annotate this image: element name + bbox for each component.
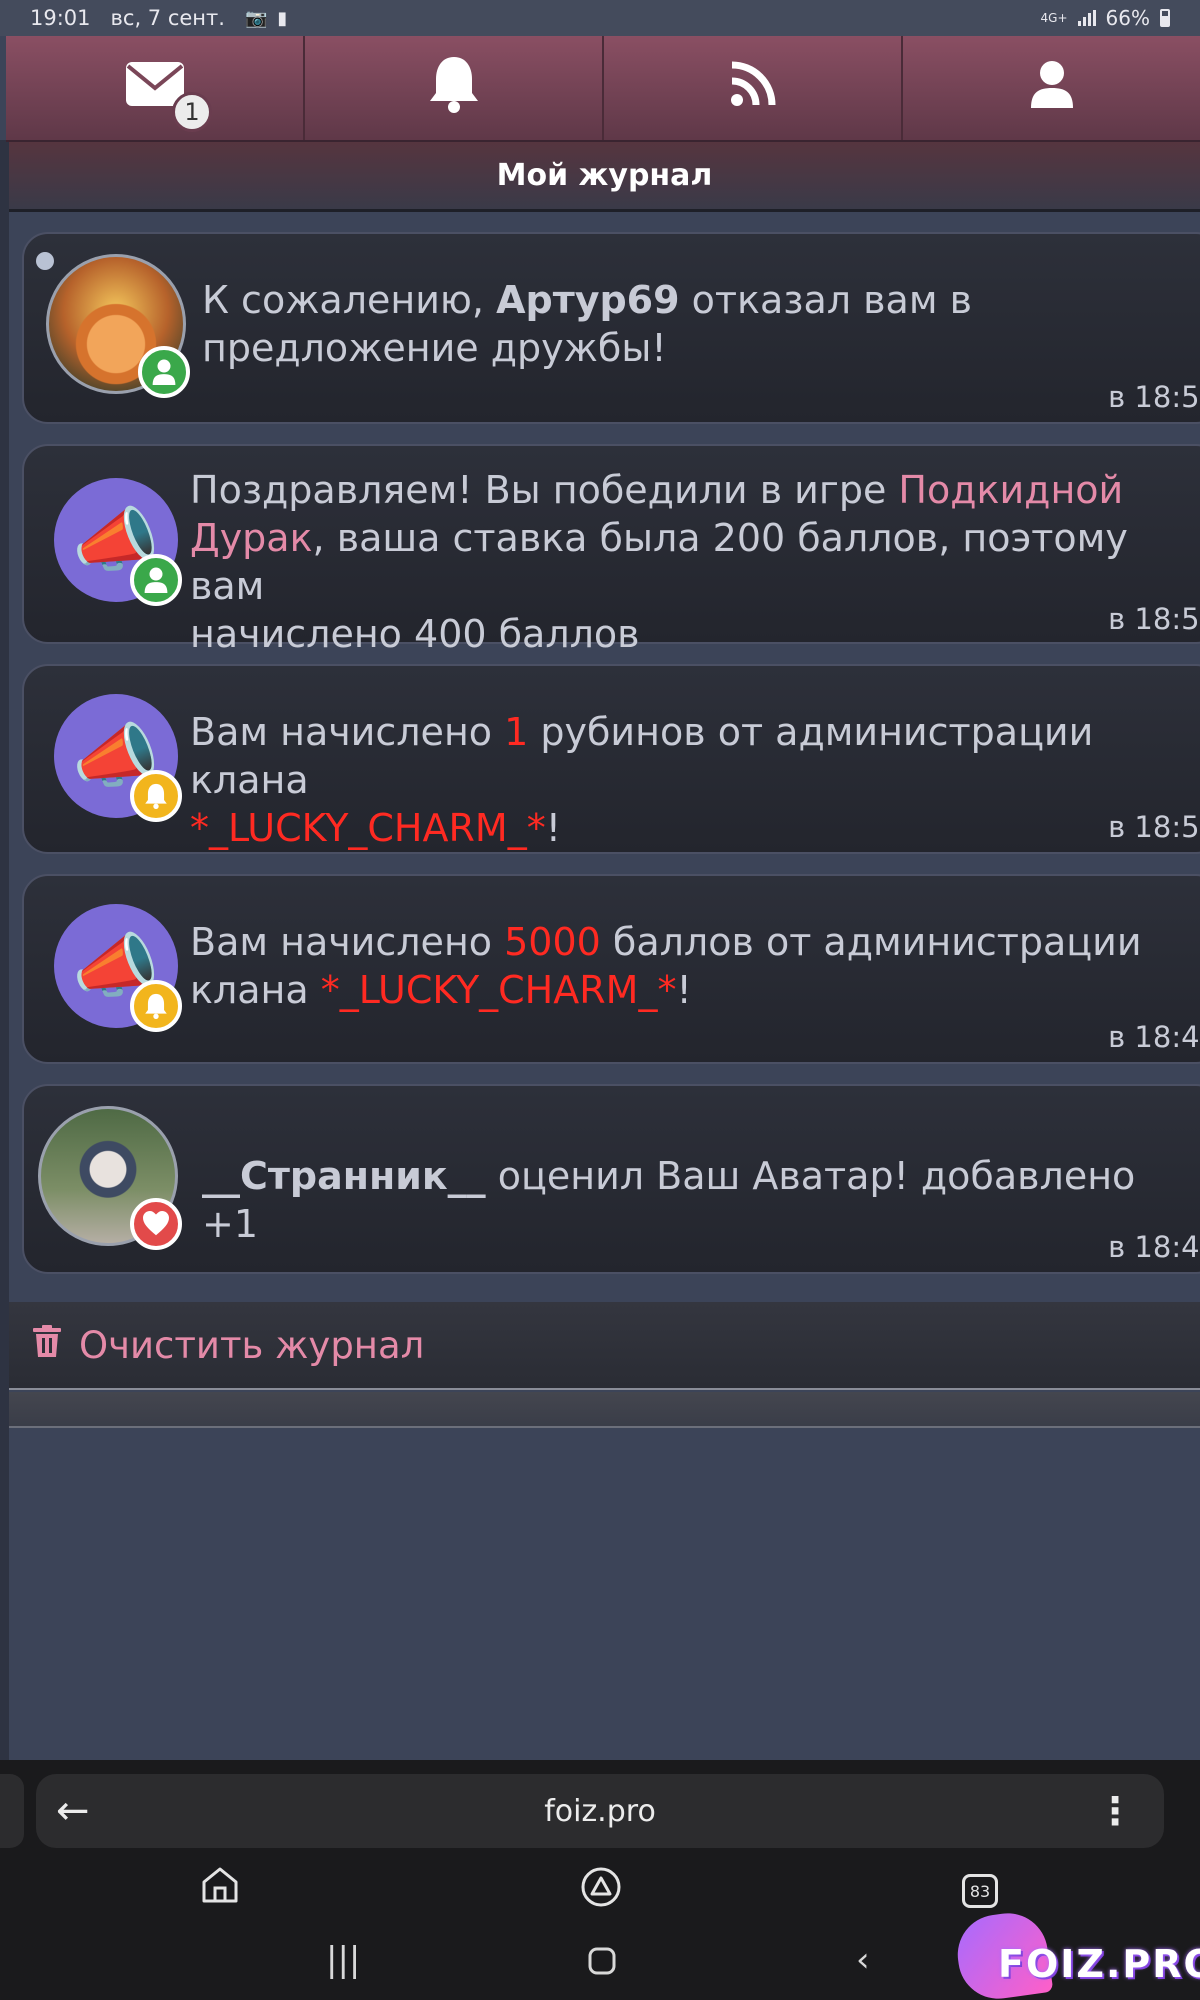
address-bar[interactable]: ← foiz.pro ⋮ bbox=[36, 1774, 1164, 1848]
text-segment: Поздравляем! Вы победили в игре bbox=[190, 468, 899, 512]
status-date: вс, 7 сент. bbox=[110, 6, 225, 30]
amount-value: 1 bbox=[504, 710, 529, 754]
avatar: 📣 bbox=[54, 904, 182, 1032]
notification-time: в 18:52 bbox=[1108, 380, 1200, 414]
user-icon bbox=[138, 346, 190, 398]
text-segment: Вам начислено bbox=[190, 710, 505, 754]
url-text: foiz.pro bbox=[544, 1793, 656, 1829]
avatar[interactable] bbox=[38, 1106, 182, 1250]
bell-icon bbox=[428, 55, 480, 122]
notification-text: К сожалению, Артур69 отказал вам в предло… bbox=[202, 276, 1200, 372]
game-link[interactable]: Дурак bbox=[190, 516, 313, 560]
side-panel-handle[interactable] bbox=[0, 1774, 24, 1848]
notification-item[interactable]: 📣 Вам начислено 1 рубинов от администрац… bbox=[22, 664, 1200, 854]
signal-icon bbox=[1077, 10, 1096, 26]
home-icon[interactable] bbox=[200, 1866, 240, 1914]
text-segment: начислено 400 баллов bbox=[190, 612, 640, 656]
text-segment: баллов от администрации bbox=[600, 920, 1142, 964]
notification-time: в 18:49 bbox=[1108, 1230, 1200, 1264]
username-link[interactable]: __Странник__ bbox=[202, 1154, 486, 1198]
text-segment: Вам начислено bbox=[190, 920, 505, 964]
trash-icon bbox=[33, 1324, 61, 1366]
avatar: 📣 bbox=[54, 478, 182, 606]
notification-time: в 18:49 bbox=[1108, 1020, 1200, 1054]
network-type: 4G+ bbox=[1040, 11, 1068, 25]
text-segment: , ваша ставка была 200 баллов, поэтому в… bbox=[190, 516, 1128, 608]
notification-text: Вам начислено 5000 баллов от администрац… bbox=[190, 918, 1200, 1014]
system-back-icon[interactable]: ‹ bbox=[856, 1940, 870, 1980]
camera-icon: 📷 bbox=[244, 7, 268, 29]
notification-text: Поздравляем! Вы победили в игре Подкидно… bbox=[190, 466, 1200, 658]
site-logo: FOIZ.PRO bbox=[952, 1908, 1200, 2000]
clear-log-button[interactable]: Очистить журнал bbox=[9, 1302, 1200, 1390]
avatar: 📣 bbox=[54, 694, 182, 822]
left-edge-strip bbox=[0, 140, 9, 1760]
text-segment: отказал вам в bbox=[679, 278, 972, 322]
page-header: Мой журнал bbox=[9, 142, 1200, 212]
text-segment: предложение дружбы! bbox=[202, 326, 667, 370]
battery-percent: 66% bbox=[1105, 6, 1150, 30]
text-segment: ! bbox=[545, 806, 561, 850]
more-menu-icon[interactable]: ⋮ bbox=[1096, 1789, 1134, 1833]
text-segment: К сожалению, bbox=[202, 278, 497, 322]
amount-value: 5000 bbox=[504, 920, 601, 964]
nav-profile[interactable] bbox=[903, 36, 1200, 140]
text-segment: клана bbox=[190, 968, 321, 1012]
system-home-icon[interactable] bbox=[588, 1944, 616, 1984]
top-nav: 1 bbox=[6, 36, 1200, 142]
logo-text: FOIZ.PRO bbox=[998, 1942, 1200, 1986]
heart-icon bbox=[130, 1198, 182, 1250]
sd-card-icon: ▮ bbox=[277, 7, 288, 29]
notification-time: в 18:51 bbox=[1108, 602, 1200, 636]
nav-feed[interactable] bbox=[604, 36, 903, 140]
username-link[interactable]: Артур69 bbox=[496, 278, 680, 322]
nav-messages[interactable]: 1 bbox=[6, 36, 305, 140]
recent-apps-icon[interactable]: ||| bbox=[326, 1940, 360, 1980]
notification-time: в 18:50 bbox=[1108, 810, 1200, 844]
avatar[interactable] bbox=[46, 254, 190, 398]
clan-name: *_LUCKY_CHARM_* bbox=[190, 806, 546, 850]
tabs-count-button[interactable]: 83 bbox=[962, 1874, 998, 1908]
text-segment: ! bbox=[676, 968, 692, 1012]
page-title: Мой журнал bbox=[496, 158, 713, 193]
rss-icon bbox=[730, 61, 776, 116]
user-icon bbox=[1030, 60, 1073, 117]
notification-item[interactable]: __Странник__ оценил Ваш Аватар! добавлен… bbox=[22, 1084, 1200, 1274]
notification-text: Вам начислено 1 рубинов от администрации… bbox=[190, 708, 1200, 852]
mail-count-badge: 1 bbox=[172, 92, 212, 132]
unread-dot bbox=[36, 252, 54, 270]
status-right: 4G+ 66% bbox=[1041, 6, 1170, 30]
back-arrow-icon[interactable]: ← bbox=[56, 1788, 90, 1834]
game-link[interactable]: Подкидной bbox=[898, 468, 1123, 512]
notification-item[interactable]: 📣 Поздравляем! Вы победили в игре Подкид… bbox=[22, 444, 1200, 656]
user-icon bbox=[130, 554, 182, 606]
notification-text: __Странник__ оценил Ваш Аватар! добавлен… bbox=[202, 1152, 1200, 1248]
assistant-icon[interactable] bbox=[580, 1866, 622, 1918]
notification-item[interactable]: К сожалению, Артур69 отказал вам в предло… bbox=[22, 232, 1200, 424]
notification-item[interactable]: 📣 Вам начислено 5000 баллов от администр… bbox=[22, 874, 1200, 1064]
bell-icon bbox=[130, 770, 182, 822]
status-time: 19:01 bbox=[30, 6, 91, 30]
footer-divider bbox=[9, 1392, 1200, 1428]
status-bar: 19:01 вс, 7 сент. 📷 ▮ 4G+ 66% bbox=[0, 0, 1200, 36]
clear-log-label: Очистить журнал bbox=[79, 1323, 425, 1367]
nav-notifications[interactable] bbox=[305, 36, 604, 140]
bell-icon bbox=[130, 980, 182, 1032]
notification-list: К сожалению, Артур69 отказал вам в предло… bbox=[22, 232, 1200, 1294]
clan-name: *_LUCKY_CHARM_* bbox=[320, 968, 677, 1012]
battery-icon bbox=[1160, 9, 1170, 27]
